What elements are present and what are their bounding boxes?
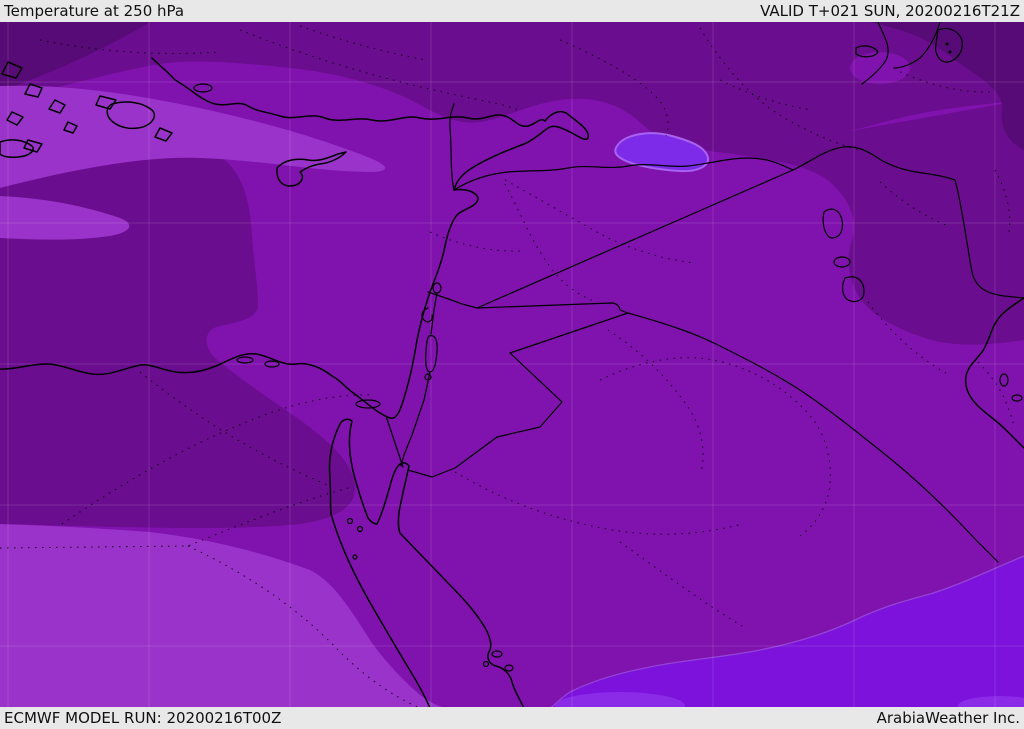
weather-map	[0, 22, 1024, 707]
credit-label: ArabiaWeather Inc.	[876, 709, 1020, 727]
model-run-label: ECMWF MODEL RUN: 20200216T00Z	[4, 709, 282, 727]
map-header-bar: Temperature at 250 hPa VALID T+021 SUN, …	[0, 0, 1024, 22]
valid-time-label: VALID T+021 SUN, 20200216T21Z	[760, 2, 1020, 20]
weather-app-screen: Temperature at 250 hPa VALID T+021 SUN, …	[0, 0, 1024, 729]
map-title: Temperature at 250 hPa	[4, 2, 185, 20]
map-footer-bar: ECMWF MODEL RUN: 20200216T00Z ArabiaWeat…	[0, 707, 1024, 729]
